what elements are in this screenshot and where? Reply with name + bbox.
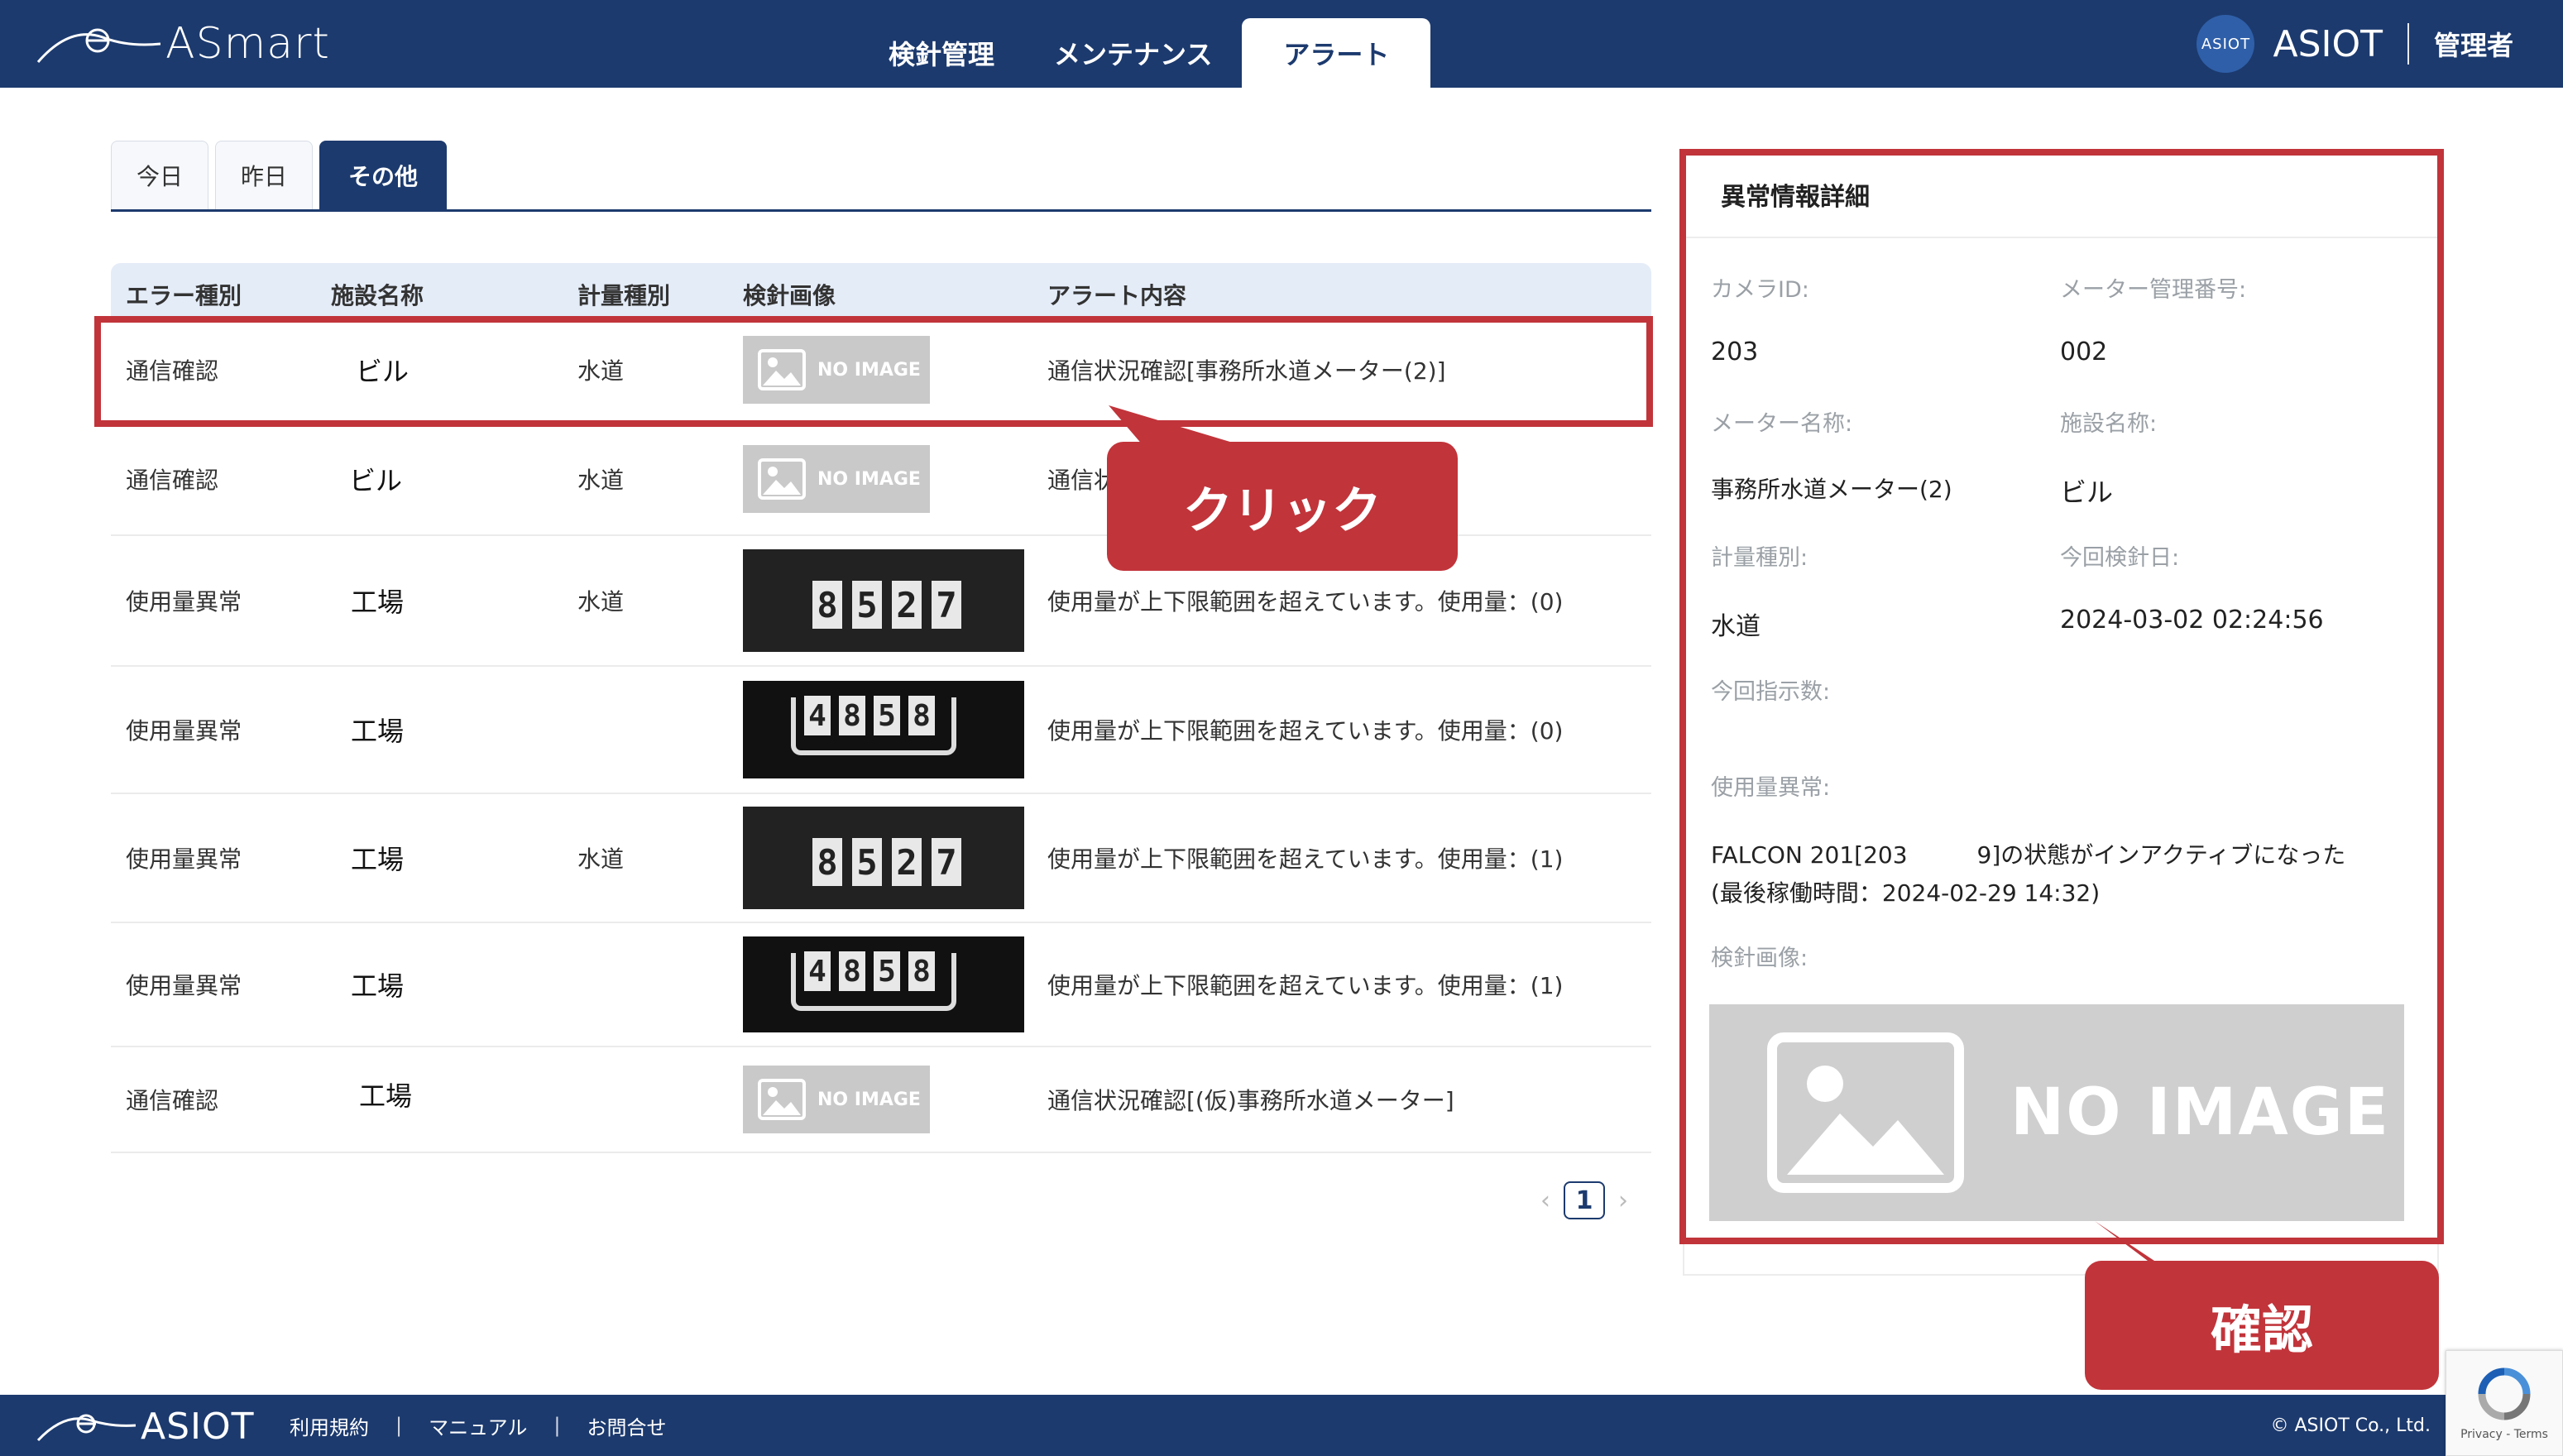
meter-image-thumbnail[interactable]: 4 8 5 8 [743,936,1024,1032]
no-image-text: NO IMAGE [817,468,921,490]
meter-digits: 8 5 2 7 [812,838,961,886]
alert-content: 使用量が上下限範囲を超えています。使用量：(0) [1047,717,1564,745]
facility-name: 工場 [351,970,405,1002]
highlight-detail-panel [1679,149,2444,1244]
alert-content: 使用量が上下限範囲を超えています。使用量：(0) [1047,588,1564,615]
top-header: ASmart 検針管理 メンテナンス アラート ASIOT ASIOT 管理者 [0,0,2563,88]
header-divider [2407,23,2409,65]
meter-image-thumbnail[interactable]: 8 5 2 7 [743,807,1024,909]
pagination: ‹ 1 › [1540,1181,1628,1219]
meter-digits: 8 5 2 7 [812,581,961,629]
table-row[interactable]: 使用量異常 工場 水道 8 5 2 7 使用量が上下限範囲を超えています。使用量… [111,794,1651,923]
error-type: 使用量異常 [126,717,242,745]
confirm-callout: 確認 [2085,1261,2439,1390]
metering-type: 水道 [577,588,625,615]
click-callout: クリック [1107,442,1458,571]
tab-other[interactable]: その他 [319,141,448,209]
meter-image-thumbnail[interactable]: 8 5 2 7 [743,549,1024,652]
facility-name: ビル [349,465,403,496]
terms-link[interactable]: 利用規約 [290,1411,369,1440]
nav-tab-meter-reading[interactable]: 検針管理 [859,18,1024,88]
footer-brand: ASIOT [141,1405,255,1448]
logo-swoosh-icon [36,28,160,63]
meter-digits: 4 8 5 8 [804,696,935,735]
no-image-text: NO IMAGE [817,1089,921,1110]
brand-name: ASIOT [2273,22,2383,65]
error-type: 使用量異常 [126,972,242,999]
facility-name: 工場 [351,844,405,875]
prev-page-icon[interactable]: ‹ [1540,1186,1550,1215]
next-page-icon[interactable]: › [1618,1186,1628,1215]
footer-links: 利用規約 | マニュアル | お問合せ [290,1395,666,1456]
footer-separator: | [553,1414,561,1437]
main-nav: 検針管理 メンテナンス アラート [859,18,1431,88]
error-type: 使用量異常 [126,588,242,615]
alert-content: 通信状況確認[(仮)事務所水道メーター] [1047,1087,1454,1114]
recaptcha-text[interactable]: Privacy - Terms [2460,1428,2548,1441]
error-type: 通信確認 [126,1087,219,1114]
col-error-type: エラー種別 [126,282,242,309]
page-1-button[interactable]: 1 [1564,1181,1605,1219]
user-role[interactable]: 管理者 [2434,25,2513,63]
tab-today[interactable]: 今日 [111,141,209,209]
col-metering: 計量種別 [577,282,671,309]
table-row[interactable]: 使用量異常 工場 4 8 5 8 使用量が上下限範囲を超えています。使用量：(1… [111,923,1651,1047]
date-tabs: 今日 昨日 その他 [111,141,1651,212]
nav-tab-maintenance[interactable]: メンテナンス [1024,18,1242,88]
copyright: © ASIOT Co., Ltd. [2270,1415,2431,1436]
metering-type: 水道 [577,467,625,494]
error-type: 使用量異常 [126,845,242,873]
facility-name: 工場 [359,1080,413,1112]
facility-name: 工場 [351,587,405,618]
asmart-logo[interactable]: ASmart [36,8,330,79]
image-placeholder-icon [758,1079,806,1120]
highlight-selected-row [94,316,1653,427]
no-image-thumbnail[interactable]: NO IMAGE [743,445,930,513]
col-facility: 施設名称 [331,282,424,309]
recaptcha-badge[interactable]: Privacy - Terms [2446,1350,2563,1456]
footer: ASIOT 利用規約 | マニュアル | お問合せ © ASIOT Co., L… [0,1395,2563,1456]
footer-logo[interactable]: ASIOT [36,1401,255,1451]
table-row[interactable]: 使用量異常 工場 4 8 5 8 使用量が上下限範囲を超えています。使用量：(0… [111,667,1651,794]
nav-tab-alert[interactable]: アラート [1242,18,1431,88]
col-alert: アラート内容 [1047,282,1187,309]
facility-name: 工場 [351,716,405,747]
col-image: 検針画像 [743,282,836,309]
app-name: ASmart [165,19,330,69]
error-type: 通信確認 [126,467,219,494]
table-row[interactable]: 通信確認 工場 NO IMAGE 通信状況確認[(仮)事務所水道メーター] [111,1047,1651,1153]
table-header: エラー種別 施設名称 計量種別 検針画像 アラート内容 [111,263,1651,318]
contact-link[interactable]: お問合せ [587,1411,666,1440]
metering-type: 水道 [577,845,625,873]
user-area: ASIOT ASIOT 管理者 [2197,0,2513,88]
tab-yesterday[interactable]: 昨日 [215,141,314,209]
recaptcha-icon [2478,1367,2531,1420]
logo-swoosh-icon [36,1414,136,1442]
alert-content: 使用量が上下限範囲を超えています。使用量：(1) [1047,972,1564,999]
alert-content: 使用量が上下限範囲を超えています。使用量：(1) [1047,845,1564,873]
image-placeholder-icon [758,458,806,500]
footer-separator: | [395,1414,403,1437]
avatar[interactable]: ASIOT [2197,15,2255,73]
no-image-thumbnail[interactable]: NO IMAGE [743,1066,930,1133]
manual-link[interactable]: マニュアル [429,1411,527,1440]
meter-digits: 4 8 5 8 [804,951,935,991]
meter-image-thumbnail[interactable]: 4 8 5 8 [743,681,1024,778]
